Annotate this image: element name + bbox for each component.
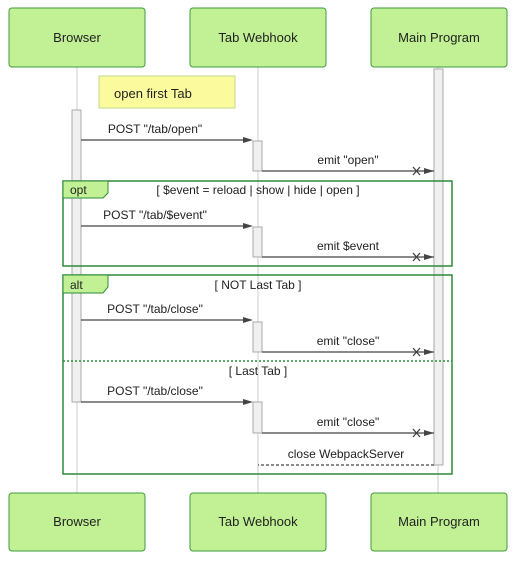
arrowhead-icon [243, 317, 253, 323]
message: POST "/tab/close" [81, 384, 253, 405]
arrowhead-icon [243, 399, 253, 405]
participant-main-top: Main Program [370, 7, 508, 68]
activation-webhook [252, 140, 263, 172]
message: emit "close" [262, 334, 434, 357]
participant-label: Tab Webhook [218, 30, 298, 45]
arrowhead-icon [424, 254, 434, 260]
frame-guard: [ $event = reload | show | hide | open ] [156, 183, 359, 197]
message-label: close WebpackServer [288, 447, 405, 461]
participant-browser-bottom: Browser [8, 492, 146, 552]
participant-label: Browser [53, 30, 101, 45]
message: POST "/tab/close" [81, 302, 253, 323]
participant-main-bottom: Main Program [370, 492, 508, 552]
arrowhead-icon [243, 137, 253, 143]
participant-label: Main Program [398, 30, 480, 45]
message: emit $event [262, 239, 434, 262]
arrowhead-icon [424, 349, 434, 355]
frame-guard: [ Last Tab ] [229, 364, 287, 378]
activation-webhook [252, 226, 263, 258]
participant-webhook-bottom: Tab Webhook [189, 492, 327, 552]
participant-label: Main Program [398, 514, 480, 529]
message: emit "open" [262, 153, 434, 176]
participant-label: Tab Webhook [218, 514, 298, 529]
arrowhead-icon [243, 223, 253, 229]
activation-webhook [252, 321, 263, 353]
message-label: POST "/tab/open" [108, 122, 202, 136]
activation-main [433, 68, 444, 466]
participant-label: Browser [53, 514, 101, 529]
message: POST "/tab/$event" [81, 208, 253, 229]
message-label: emit "close" [317, 415, 380, 429]
message-label: emit $event [317, 239, 380, 253]
participant-webhook-top: Tab Webhook [189, 7, 327, 68]
activation-webhook [252, 401, 263, 434]
message-label: POST "/tab/close" [107, 302, 203, 316]
frame-guard: [ NOT Last Tab ] [215, 278, 302, 292]
message: emit "close" [262, 415, 434, 438]
message-label: POST "/tab/close" [107, 384, 203, 398]
arrowhead-icon [424, 430, 434, 436]
arrowhead-icon [424, 168, 434, 174]
message-label: emit "close" [317, 334, 380, 348]
participant-browser-top: Browser [8, 7, 146, 68]
message: POST "/tab/open" [81, 122, 253, 143]
message: close WebpackServer [258, 447, 434, 466]
note-text: open first Tab [114, 86, 192, 101]
activation-browser [71, 109, 82, 403]
sequence-diagram: Browser Tab Webhook Main Program open fi… [8, 7, 508, 552]
frame-keyword: opt [70, 183, 87, 197]
frame-keyword: alt [70, 278, 83, 292]
message-label: emit "open" [317, 153, 378, 167]
message-label: POST "/tab/$event" [103, 208, 207, 222]
note: open first Tab [98, 75, 236, 109]
